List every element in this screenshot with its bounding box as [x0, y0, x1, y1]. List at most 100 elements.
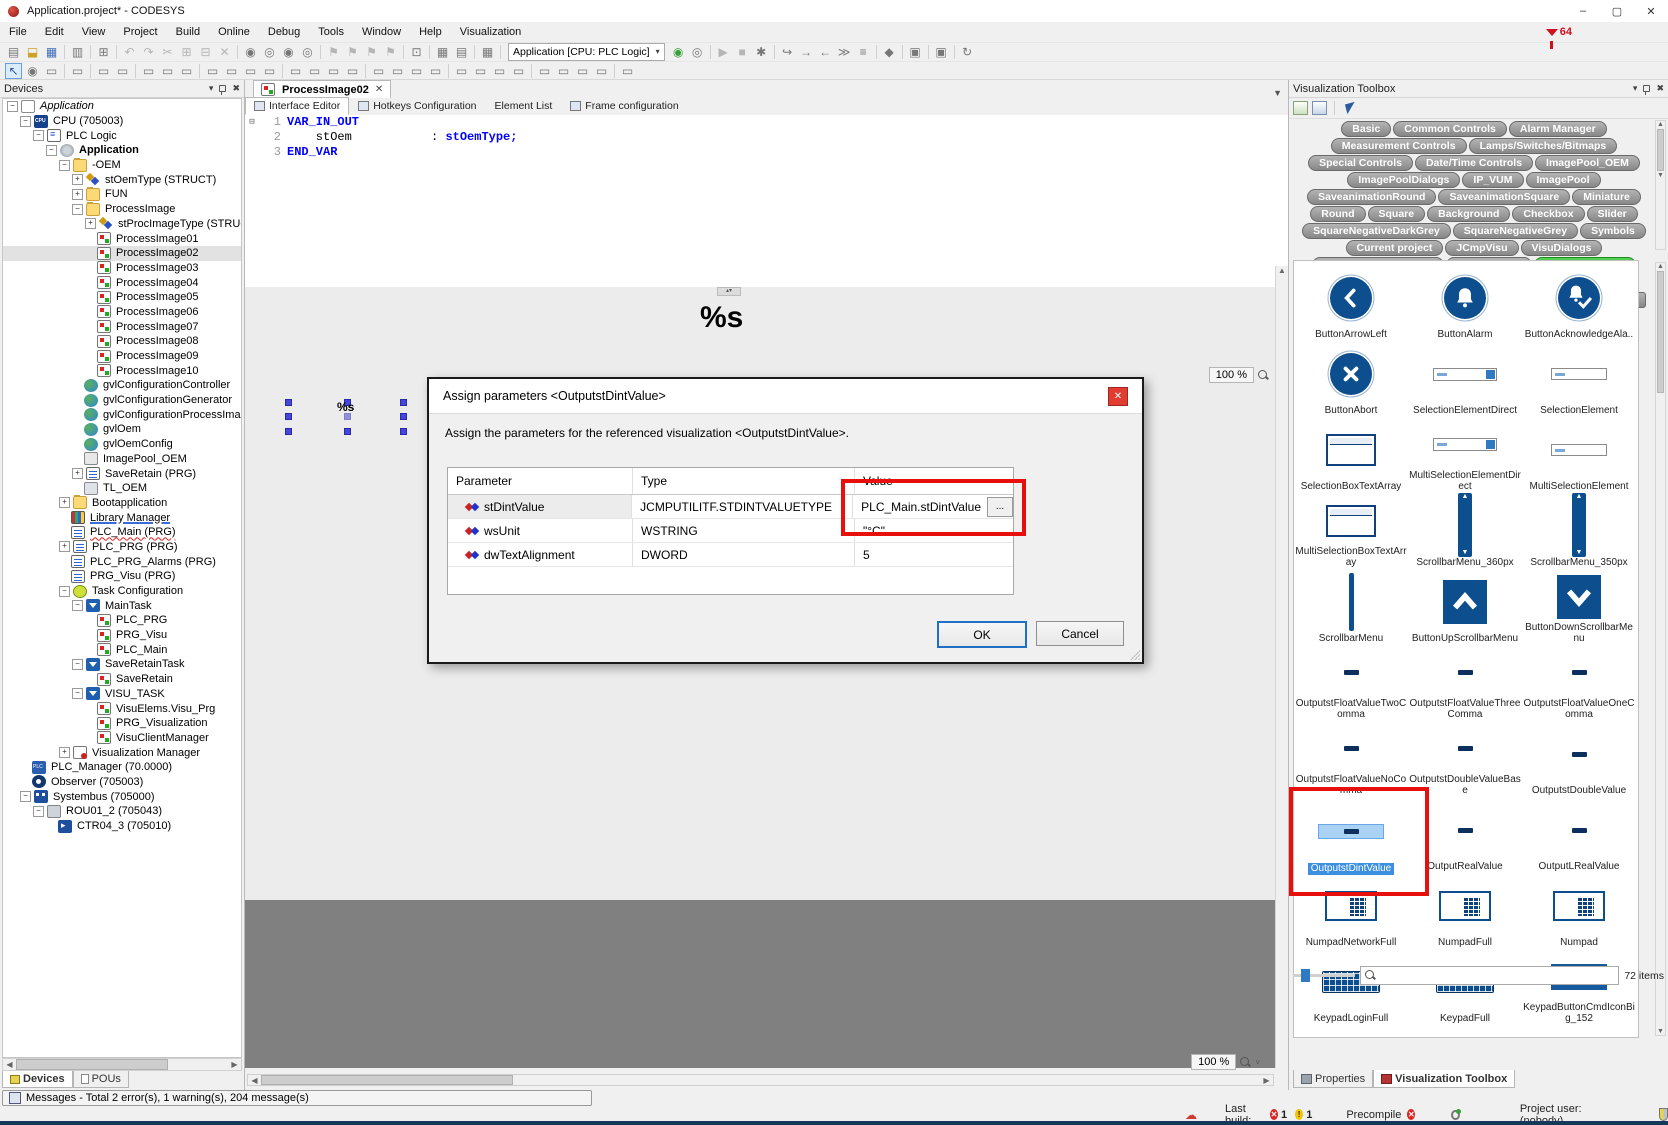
frame-icon[interactable]: ▭ [69, 63, 86, 79]
tree-item-prg-visu-prg-[interactable]: PRG_Visu (PRG) [3, 569, 241, 584]
messages-bar[interactable]: Messages - Total 2 error(s), 1 warning(s… [2, 1090, 592, 1106]
category-imagepool[interactable]: ImagePool [1526, 172, 1601, 188]
expand-icon[interactable]: + [59, 497, 70, 508]
cut-icon[interactable]: ✂ [159, 44, 176, 60]
tree-item-saveretain-prg-[interactable]: +SaveRetain (PRG) [3, 466, 241, 481]
menu-online[interactable]: Online [209, 24, 259, 40]
category-square[interactable]: Square [1368, 206, 1426, 222]
tree-item-saveretaintask[interactable]: −SaveRetainTask [3, 657, 241, 672]
size-h-icon[interactable]: ▭ [287, 63, 304, 79]
pin-icon[interactable] [219, 85, 226, 92]
tree-item-maintask[interactable]: −MainTask [3, 598, 241, 613]
menu-visualization[interactable]: Visualization [451, 24, 531, 40]
visu-props-icon[interactable]: ▭ [43, 63, 60, 79]
magnifier-icon[interactable] [1257, 369, 1270, 382]
step-out-icon[interactable]: ← [817, 44, 834, 60]
logout-icon[interactable]: ◎ [689, 44, 706, 60]
chevron-down-icon[interactable]: ˅ [1255, 1058, 1260, 1067]
toolbox-item-partial[interactable] [1408, 1027, 1522, 1038]
category-squarenegativegrey[interactable]: SquareNegativeGrey [1453, 223, 1578, 239]
toolbox-item-outputstfloatvalueonecomma[interactable]: OutputstFloatValueOneComma [1522, 647, 1636, 723]
gear-icon[interactable] [1451, 1110, 1459, 1120]
tree-item-gvlconfigurationgenerator[interactable]: gvlConfigurationGenerator [3, 393, 241, 408]
active-application-selector[interactable]: Application [CPU: PLC Logic] ▾ [508, 43, 665, 61]
magnifier-icon[interactable] [1239, 1056, 1252, 1069]
dialog-title-bar[interactable]: Assign parameters <OutputstDintValue> ✕ [429, 379, 1142, 414]
align-left-icon[interactable]: ▭ [140, 63, 157, 79]
close-tab-icon[interactable]: ✕ [375, 84, 383, 95]
selection-handle[interactable] [285, 428, 292, 435]
category-round[interactable]: Round [1310, 206, 1365, 222]
icon-size-slider[interactable] [1293, 974, 1355, 977]
copy-down-icon[interactable]: ▭ [95, 63, 112, 79]
categories-scrollbar[interactable]: ▲▼ [1655, 120, 1666, 250]
toolbox-item-selectionboxtextarray[interactable]: SelectionBoxTextArray [1294, 419, 1408, 495]
subtab-hotkeys-configuration[interactable]: Hotkeys Configuration [349, 97, 485, 115]
expand-icon[interactable]: − [20, 116, 31, 127]
category-date-time-controls[interactable]: Date/Time Controls [1415, 155, 1533, 171]
tree-item-plc-prg-prg-[interactable]: +PLC_PRG (PRG) [3, 540, 241, 555]
refresh-icon[interactable]: ↻ [959, 44, 976, 60]
tree-item-cpu-705003-[interactable]: −CPU (705003) [3, 114, 241, 129]
spread-h-icon[interactable]: ▭ [306, 63, 323, 79]
category-checkbox[interactable]: Checkbox [1512, 206, 1584, 222]
tree-item-processimage07[interactable]: ProcessImage07 [3, 319, 241, 334]
toolbox-item-buttonalarm[interactable]: ButtonAlarm [1408, 267, 1522, 343]
tree-item-application[interactable]: −Application [3, 143, 241, 158]
toolbox-item-buttonarrowleft[interactable]: ButtonArrowLeft [1294, 267, 1408, 343]
expand-icon[interactable]: − [33, 806, 44, 817]
bottom-tab-devices[interactable]: Devices [2, 1071, 73, 1088]
toolbox-item-outputstfloatvaluethreecomma[interactable]: OutputstFloatValueThreeComma [1408, 647, 1522, 723]
scroll-right-icon[interactable]: ▶ [228, 1060, 241, 1069]
selection-handle[interactable] [344, 428, 351, 435]
subtab-element-list[interactable]: Element List [486, 97, 562, 115]
undo-icon[interactable]: ↶ [121, 44, 138, 60]
tree-item-gvlconfigurationprocessimage[interactable]: gvlConfigurationProcessImage [3, 407, 241, 422]
category-special-controls[interactable]: Special Controls [1308, 155, 1413, 171]
tab-processimage02[interactable]: ProcessImage02 ✕ [253, 80, 391, 98]
menu-file[interactable]: File [0, 24, 36, 40]
tree-item-visuelems-visu-prg[interactable]: VisuElems.Visu_Prg [3, 701, 241, 716]
menu-tools[interactable]: Tools [309, 24, 353, 40]
grid-scrollbar[interactable]: ▲▼ [1655, 262, 1666, 1036]
monitor-icon[interactable]: ▣ [907, 44, 924, 60]
zoom-level[interactable]: 100 % [1209, 367, 1254, 383]
maximize-icon[interactable]: ▢ [1600, 1, 1634, 22]
column-header[interactable]: Type [633, 468, 855, 494]
search-input[interactable] [1377, 969, 1615, 983]
zoom-level[interactable]: 100 % [1191, 1054, 1236, 1070]
order-forward-icon[interactable]: ▭ [555, 63, 572, 79]
tree-item-processimage[interactable]: −ProcessImage [3, 202, 241, 217]
menu-view[interactable]: View [73, 24, 115, 40]
category-slider[interactable]: Slider [1587, 206, 1638, 222]
expand-icon[interactable]: − [72, 204, 83, 215]
tree-item-gvloem[interactable]: gvlOem [3, 422, 241, 437]
copy-icon[interactable]: ⊞ [178, 44, 195, 60]
selection-handle[interactable] [285, 413, 292, 420]
calendar-icon[interactable]: ▦ [479, 44, 496, 60]
tree-item-observer-705003-[interactable]: Observer (705003) [3, 775, 241, 790]
toolbox-item-scrollbarmenu[interactable]: ScrollbarMenu [1294, 571, 1408, 647]
parameter-value-cell[interactable]: 5 [855, 543, 1013, 566]
editor-hscrollbar[interactable]: ◀ ▶ [247, 1074, 1274, 1086]
toolbox-item-partial[interactable] [1522, 1027, 1636, 1038]
category-current-project[interactable]: Current project [1346, 240, 1444, 256]
login-icon[interactable]: ◉ [670, 44, 687, 60]
category-squarenegativedarkgrey[interactable]: SquareNegativeDarkGrey [1302, 223, 1451, 239]
align-center-h-icon[interactable]: ▭ [159, 63, 176, 79]
expand-icon[interactable]: − [20, 791, 31, 802]
bookmark-icon[interactable]: ⚑ [325, 44, 342, 60]
tree-item-gvlconfigurationcontroller[interactable]: gvlConfigurationController [3, 378, 241, 393]
toolbox-item-scrollbarmenu-350px[interactable]: ▲▼ScrollbarMenu_350px [1522, 495, 1636, 571]
chevron-down-icon[interactable]: ▾ [1633, 83, 1638, 94]
message-filter[interactable]: 64 [1546, 26, 1572, 38]
order-backward-icon[interactable]: ▭ [574, 63, 591, 79]
tree-item-processimage05[interactable]: ProcessImage05 [3, 290, 241, 305]
toolbox-item-keypadloginfull[interactable]: KeypadLoginFull [1294, 951, 1408, 1027]
paste-icon[interactable]: ⊟ [197, 44, 214, 60]
tree-item-processimage03[interactable]: ProcessImage03 [3, 261, 241, 276]
bottom-tab-visualization-toolbox[interactable]: Visualization Toolbox [1373, 1070, 1515, 1088]
fold-icon[interactable]: ⊟ [245, 115, 259, 130]
tree-item-processimage01[interactable]: ProcessImage01 [3, 231, 241, 246]
category-symbols[interactable]: Symbols [1580, 223, 1646, 239]
